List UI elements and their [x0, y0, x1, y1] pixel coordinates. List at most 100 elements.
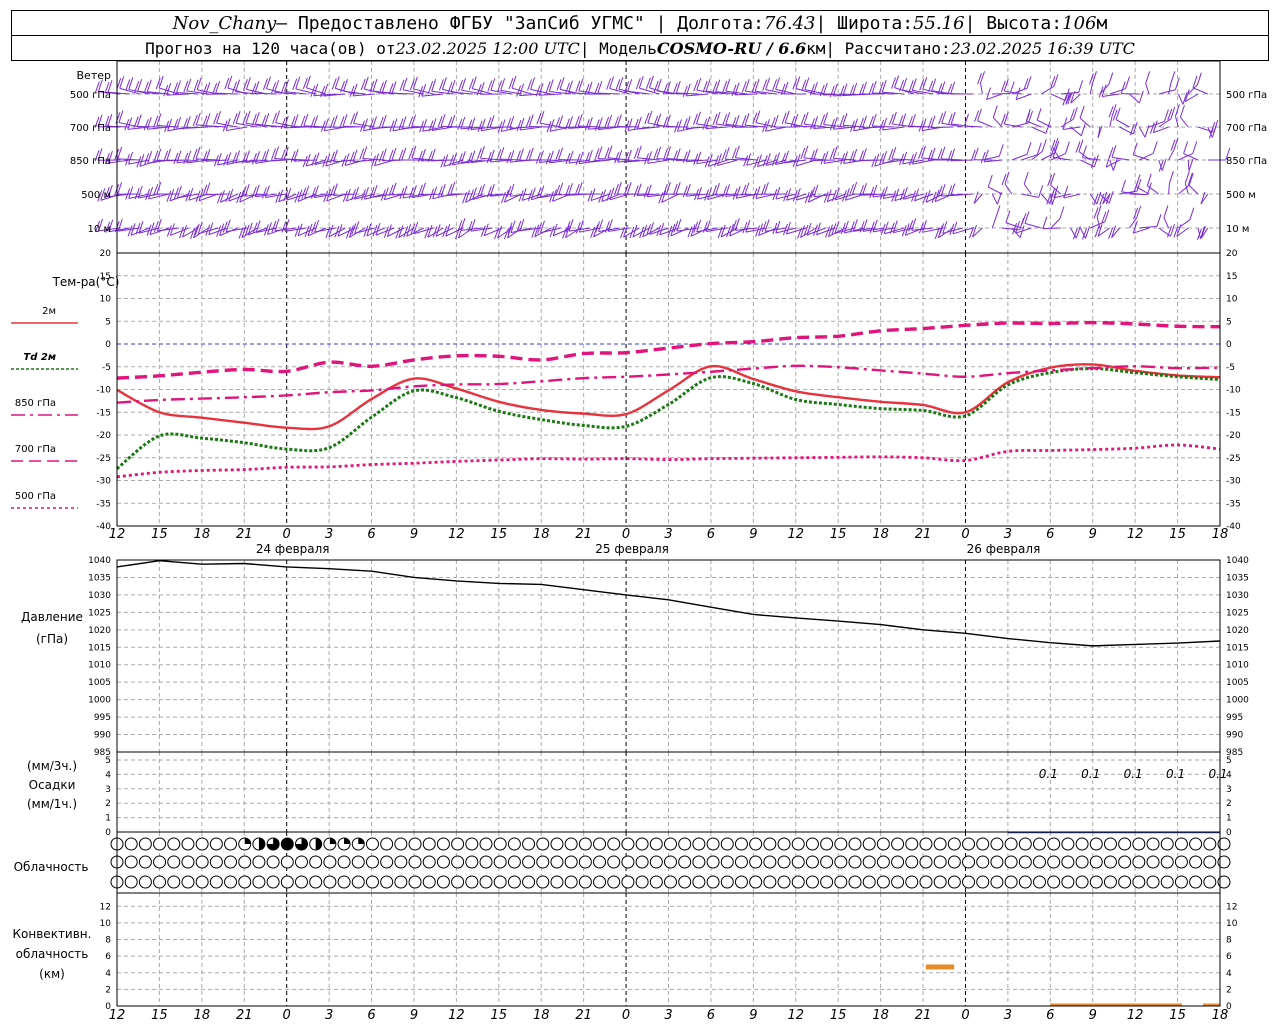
precip-value-label: 0.1 [1166, 767, 1185, 781]
x-tick-label: 6 [707, 527, 715, 542]
cloud-symbol [365, 837, 379, 851]
cloud-symbol [195, 875, 209, 889]
wind-barb-flag [656, 146, 662, 159]
cloud-symbol [1160, 875, 1174, 889]
wind-barb-flag [616, 114, 622, 127]
precip-tick-label: 0 [105, 828, 111, 838]
wind-barb-flag [942, 221, 948, 234]
cloud-symbol [1174, 837, 1188, 851]
temp-tick-label-right: 20 [1226, 249, 1238, 259]
wind-barbs [94, 71, 1231, 240]
wind-barb-flag [205, 113, 211, 126]
precip-value-label: 0.1 [1208, 767, 1227, 781]
wind-barb [472, 193, 493, 201]
cloud-symbol [493, 855, 507, 869]
wind-barb-flag [1004, 171, 1010, 185]
x-tick-label: 15 [1169, 1008, 1186, 1023]
cloud-symbol [621, 837, 635, 851]
cloud-symbol [479, 837, 493, 851]
wind-barb-flag [912, 151, 917, 165]
wind-barb-flag [973, 147, 979, 160]
wind-barb-flag [186, 78, 192, 92]
cloud-symbol [649, 875, 663, 889]
wind-barb-flag [1093, 154, 1099, 168]
cloud-symbol [522, 855, 536, 869]
cloud-symbol [791, 837, 805, 851]
cloud-symbol [976, 875, 990, 889]
wind-barb-flag [823, 112, 829, 125]
wind-barb [1060, 118, 1074, 128]
wind-barb-flag [119, 76, 125, 89]
cloud-symbol [153, 855, 167, 869]
cloud-symbol [1033, 875, 1046, 889]
wind-barb-flag [823, 151, 829, 164]
precip-tick-label: 5 [105, 756, 111, 766]
cloud-symbol [678, 875, 692, 889]
wind-barb-flag [166, 83, 172, 96]
x-tick-label: 0 [961, 1008, 969, 1023]
wind-barb-flag [803, 111, 809, 125]
cloud-symbol [507, 855, 521, 869]
wind-barb-flag [675, 148, 681, 161]
cloud-symbol [1160, 855, 1174, 869]
conv-tick-label-right: 2 [1226, 985, 1232, 995]
wind-barb-flag [1121, 179, 1127, 193]
cloud-symbol [1118, 837, 1132, 851]
cloud-symbol [1103, 875, 1117, 889]
wind-barb-flag [530, 77, 536, 90]
cloud-symbol [962, 875, 976, 889]
wind-barb [1050, 218, 1061, 229]
wind-barb-flag [696, 77, 702, 91]
cloud-symbol-fill [344, 838, 351, 844]
cloud-symbol [635, 875, 649, 889]
wind-barb-flag [362, 146, 368, 159]
wind-barb-flag [775, 186, 781, 200]
cloud-symbol [664, 837, 677, 851]
wind-barb-flag [528, 147, 534, 161]
x-tick-label: 21 [575, 527, 592, 542]
x-tick-label: 0 [283, 527, 291, 542]
wind-barb-flag [598, 219, 604, 232]
cloud-symbol [990, 837, 1004, 851]
wind-barb-flag [342, 114, 348, 127]
precip-tick-label-right: 2 [1226, 799, 1232, 809]
wind-barb-flag [568, 150, 574, 164]
wind-barb-flag [247, 222, 253, 236]
wind-barb-flag [1079, 105, 1085, 119]
wind-barb-flag [1120, 81, 1126, 94]
x-tick-label: 18 [194, 527, 211, 542]
cloud-symbol [507, 837, 521, 851]
cloud-symbol-fill [358, 838, 365, 844]
wind-barb-flag [1072, 107, 1078, 120]
wind-barb-flag [401, 147, 407, 161]
wind-barb-flag [1078, 139, 1084, 152]
cloud-symbol [1075, 837, 1089, 851]
cloud-symbol [1047, 855, 1061, 869]
wind-barb-flag [430, 148, 436, 162]
precip-title: Осадки [29, 778, 76, 792]
cloud-symbol [1146, 875, 1160, 889]
cloud-symbol [706, 855, 720, 869]
x-tick-label: 6 [367, 1008, 375, 1023]
cloud-symbol [238, 875, 252, 889]
cloud-symbol [862, 837, 876, 851]
x-tick-label: 0 [622, 1008, 630, 1023]
wind-barb-flag [696, 151, 702, 164]
pressure-tick-label-right: 1015 [1226, 643, 1249, 653]
x-tick-label: 18 [194, 1008, 211, 1023]
wind-barb [392, 92, 415, 95]
cloud-symbol [947, 855, 961, 869]
temp-tick-label: -20 [96, 431, 111, 441]
cloud-symbol [295, 855, 308, 869]
wind-barb-flag [372, 184, 378, 198]
wind-barb [1135, 186, 1150, 195]
wind-level-label: 10 м [88, 224, 111, 235]
cloud-symbol [848, 875, 862, 889]
wind-barb-flag [305, 75, 311, 88]
wind-barb-flag [914, 188, 919, 201]
wind-barb-flag [422, 119, 428, 132]
cloud-symbol [876, 875, 890, 889]
cloud-symbol [763, 855, 777, 869]
wind-barb-flag [765, 153, 771, 166]
conv-tick-label: 0 [105, 1002, 111, 1012]
